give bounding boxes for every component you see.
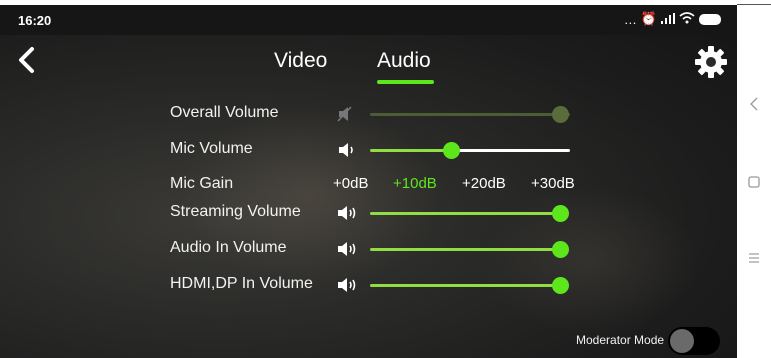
back-button[interactable] bbox=[14, 45, 40, 75]
overall-volume-label: Overall Volume bbox=[170, 104, 279, 121]
hdmi-dp-in-volume-slider-knob[interactable] bbox=[552, 277, 569, 294]
hdmi-dp-in-volume-label: HDMI,DP In Volume bbox=[170, 275, 313, 292]
mic-gain-option-30db[interactable]: +30dB bbox=[531, 175, 575, 192]
overall-volume-row: Overall Volume bbox=[170, 104, 590, 128]
mic-volume-label: Mic Volume bbox=[170, 140, 253, 157]
status-bar: 16:20 … ⏰ bbox=[0, 5, 737, 35]
audio-in-volume-row: Audio In Volume bbox=[170, 239, 590, 263]
mic-volume-slider-track[interactable] bbox=[452, 149, 570, 152]
streaming-volume-label: Streaming Volume bbox=[170, 203, 301, 220]
mic-volume-slider-fill[interactable] bbox=[370, 149, 452, 152]
moderator-mode-label: Moderator Mode bbox=[576, 333, 665, 347]
alarm-off-icon: ⏰ bbox=[640, 11, 657, 26]
speaker-icon[interactable] bbox=[336, 140, 358, 160]
tab-audio[interactable]: Audio bbox=[377, 49, 431, 73]
chevron-left-icon bbox=[19, 47, 34, 73]
hdmi-dp-in-volume-row: HDMI,DP In Volume bbox=[170, 275, 590, 299]
app-screen: 16:20 … ⏰ Video Audio Overall Volume Mic… bbox=[0, 5, 737, 358]
mic-volume-slider-knob[interactable] bbox=[443, 142, 460, 159]
speaker-loud-icon[interactable] bbox=[336, 203, 358, 223]
audio-in-volume-slider-knob[interactable] bbox=[552, 241, 569, 258]
streaming-volume-slider-track[interactable] bbox=[370, 212, 560, 215]
mic-gain-row: Mic Gain +0dB +10dB +20dB +30dB bbox=[170, 175, 590, 199]
menu-nav-icon[interactable] bbox=[737, 250, 771, 266]
active-tab-indicator bbox=[377, 80, 434, 84]
home-nav-icon[interactable] bbox=[737, 175, 771, 191]
status-icons: … ⏰ bbox=[624, 11, 721, 27]
toggle-knob bbox=[670, 329, 694, 353]
more-icon: … bbox=[623, 11, 637, 27]
battery-icon bbox=[699, 13, 721, 25]
signal-icon bbox=[661, 12, 675, 27]
speaker-loud-icon[interactable] bbox=[336, 275, 358, 295]
mic-gain-option-10db[interactable]: +10dB bbox=[393, 175, 437, 192]
back-nav-icon[interactable] bbox=[737, 97, 771, 114]
settings-button[interactable] bbox=[694, 45, 728, 79]
mic-gain-label: Mic Gain bbox=[170, 175, 234, 192]
navigation-bar bbox=[737, 5, 771, 358]
mic-gain-option-20db[interactable]: +20dB bbox=[462, 175, 506, 192]
audio-in-volume-slider-track[interactable] bbox=[370, 248, 560, 251]
overall-volume-slider-track[interactable] bbox=[370, 113, 570, 116]
moderator-mode-toggle[interactable] bbox=[668, 327, 720, 355]
streaming-volume-row: Streaming Volume bbox=[170, 203, 590, 227]
audio-in-volume-label: Audio In Volume bbox=[170, 239, 287, 256]
overall-volume-slider-knob[interactable] bbox=[552, 106, 569, 123]
tab-video[interactable]: Video bbox=[274, 49, 327, 73]
hdmi-dp-in-volume-slider-track[interactable] bbox=[370, 284, 560, 287]
gear-icon bbox=[695, 46, 727, 78]
speaker-muted-icon[interactable] bbox=[336, 104, 358, 124]
streaming-volume-slider-knob[interactable] bbox=[552, 205, 569, 222]
status-time: 16:20 bbox=[18, 13, 52, 28]
wifi-icon bbox=[679, 11, 695, 27]
mic-gain-option-0db[interactable]: +0dB bbox=[333, 175, 368, 192]
mic-volume-row: Mic Volume bbox=[170, 140, 590, 164]
speaker-loud-icon[interactable] bbox=[336, 239, 358, 259]
